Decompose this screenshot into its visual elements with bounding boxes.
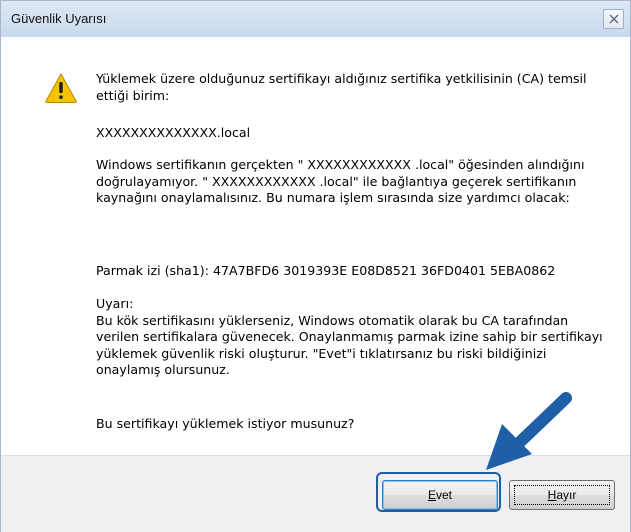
- question-text: Bu sertifikayı yüklemek istiyor musunuz?: [96, 416, 355, 431]
- yes-button[interactable]: Evet: [382, 480, 498, 510]
- yes-button-accesskey: E: [427, 488, 436, 502]
- intro-text: Yüklemek üzere olduğunuz sertifikayı ald…: [96, 71, 587, 103]
- no-button[interactable]: Hayır: [509, 480, 615, 510]
- yes-button-label: vet: [436, 488, 453, 502]
- warning-body: Bu kök sertifikasını yüklerseniz, Window…: [96, 312, 603, 378]
- domain-text: XXXXXXXXXXXXXX.local: [96, 125, 251, 140]
- no-button-label: ayır: [556, 488, 577, 502]
- warning-section: Uyarı: Bu kök sertifikasını yüklerseniz,…: [96, 296, 606, 379]
- warning-icon: [45, 73, 77, 103]
- title-bar[interactable]: Güvenlik Uyarısı: [1, 1, 630, 37]
- warning-heading: Uyarı:: [96, 296, 134, 311]
- pointer-arrow-icon: [486, 392, 572, 470]
- dialog-title: Güvenlik Uyarısı: [11, 11, 107, 26]
- close-icon: [609, 14, 619, 24]
- fingerprint-text: Parmak izi (sha1): 47A7BFD6 3019393E E08…: [96, 263, 556, 278]
- close-button[interactable]: [603, 9, 624, 29]
- verification-paragraph: Windows sertifikanın gerçekten " XXXXXXX…: [96, 157, 585, 206]
